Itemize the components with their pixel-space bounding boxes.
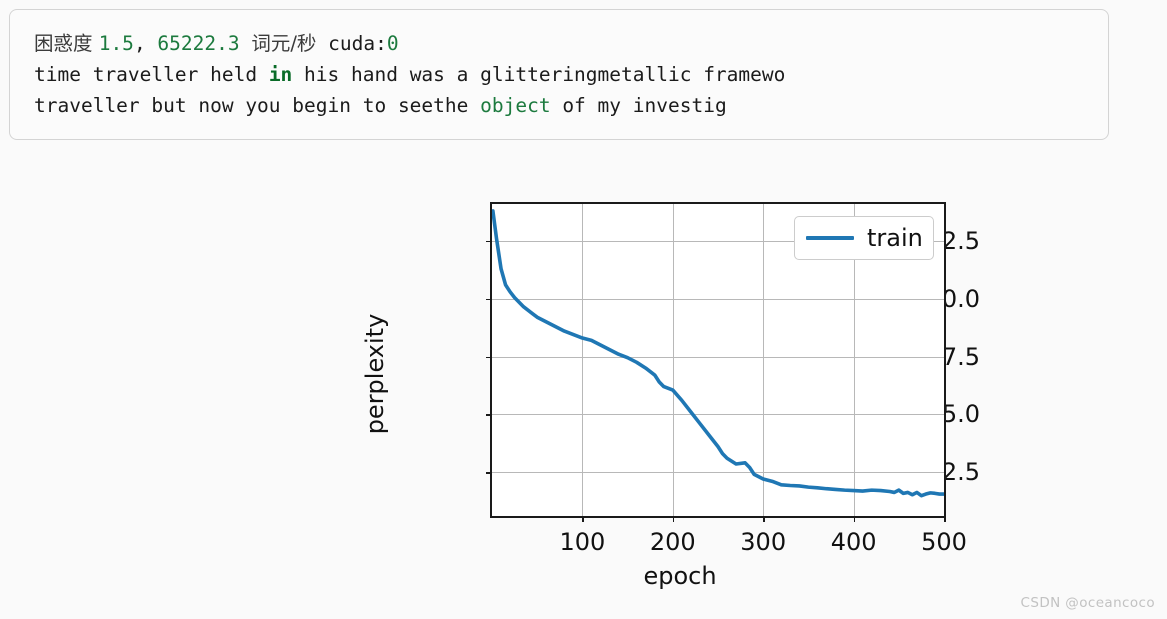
output-token: cuda: — [316, 32, 387, 55]
chart-legend: train — [794, 216, 934, 260]
sample-text-line-1: time traveller held in his hand was a gl… — [34, 59, 1108, 90]
output-token: of my investig — [550, 94, 727, 117]
x-axis-title: epoch — [643, 562, 717, 590]
legend-label: train — [867, 224, 923, 252]
x-tick-label: 200 — [649, 528, 696, 556]
legend-color-swatch — [806, 236, 854, 240]
output-token: 65222.3 — [157, 32, 240, 55]
metrics-line: 困惑度 1.5, 65222.3 词元/秒 cuda:0 — [34, 28, 1108, 59]
output-token — [240, 32, 252, 55]
output-token: traveller but now you begin to seethe — [34, 94, 481, 117]
watermark: CSDN @oceancoco — [1020, 595, 1155, 611]
y-axis-title: perplexity — [361, 313, 389, 435]
plot-area: train — [490, 202, 946, 518]
x-tick-label: 500 — [921, 528, 967, 556]
gridline-vertical — [944, 204, 945, 516]
output-token: , — [133, 32, 158, 55]
notebook-output-block: 困惑度 1.5, 65222.3 词元/秒 cuda:0 time travel… — [9, 9, 1109, 140]
output-token: object — [480, 94, 551, 117]
x-tick-label: 400 — [830, 528, 877, 556]
output-token: his hand was a glitteringmetallic framew… — [292, 63, 786, 86]
perplexity-chart: perplexity epoch 2.5 5.0 7.5 10.0 12.5 100 20… — [361, 180, 980, 600]
output-token: 1.5 — [98, 32, 134, 55]
x-tick-label: 100 — [559, 528, 606, 556]
output-token: 困惑度 — [34, 32, 99, 55]
output-token: time traveller held — [34, 63, 269, 86]
sample-text-line-2: traveller but now you begin to seethe ob… — [34, 90, 1108, 121]
output-token: in — [268, 63, 293, 86]
output-token: 词元/秒 — [251, 32, 317, 55]
x-tick-label: 300 — [740, 528, 787, 556]
output-token: 0 — [386, 32, 399, 55]
